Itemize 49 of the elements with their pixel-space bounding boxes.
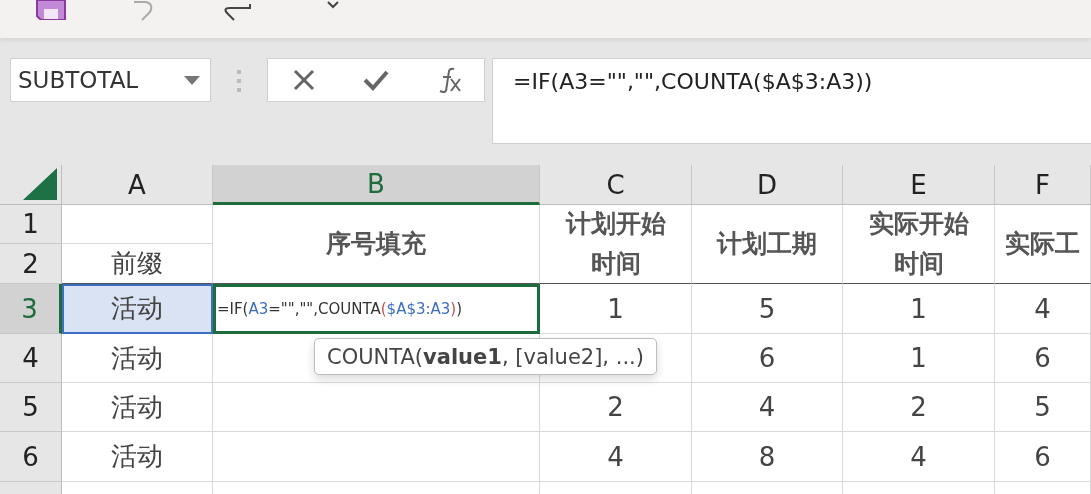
function-tooltip: COUNTA(value1, [value2], ...) (314, 338, 657, 375)
chevron-down-icon[interactable] (326, 0, 340, 10)
column-header[interactable]: E (843, 165, 995, 205)
dropdown-caret-icon[interactable] (184, 75, 200, 85)
table-cell: 6 (995, 432, 1091, 482)
table-cell: 5 (692, 284, 843, 334)
column-title: 实际开始 时间 (868, 208, 969, 280)
cell-edit-field[interactable]: =IF(A3="","",COUNTA($A$3:A3)) (213, 284, 540, 334)
column-header[interactable]: D (692, 165, 843, 205)
table-cell: 8 (692, 432, 843, 482)
column-header[interactable]: C (540, 165, 692, 205)
row-header[interactable]: 4 (0, 334, 62, 383)
column-header[interactable]: B (213, 165, 540, 205)
column-header[interactable]: F (995, 165, 1091, 205)
formula-input-field[interactable]: =IF(A3="","",COUNTA($A$3:A3)) (492, 58, 1091, 144)
table-cell: 活动 (62, 284, 213, 334)
table-cell: 4 (995, 284, 1091, 334)
column-title: 实际工 (1005, 228, 1080, 260)
table-cell: 1 (540, 284, 692, 334)
table-cell: 5 (995, 383, 1091, 432)
row-header[interactable]: 5 (0, 383, 62, 432)
table-cell: 前缀 (62, 244, 213, 284)
row-header[interactable]: 1 (0, 205, 62, 244)
column-title: 计划工期 (717, 228, 817, 260)
column-title: 计划开始 时间 (565, 208, 666, 280)
select-all-triangle-icon (23, 168, 57, 200)
drag-handle-icon[interactable] (237, 70, 241, 92)
table-cell: 4 (692, 383, 843, 432)
close-icon (293, 69, 315, 91)
table-cell: 6 (995, 334, 1091, 383)
table-cell: 2 (540, 383, 692, 432)
name-box[interactable]: SUBTOTAL (10, 58, 211, 102)
table-cell: 1 (843, 334, 995, 383)
table-cell: 活动 (62, 383, 213, 432)
table-cell: 1 (843, 284, 995, 334)
save-icon[interactable] (35, 0, 67, 20)
table-cell: 4 (540, 432, 692, 482)
row-header[interactable]: 6 (0, 432, 62, 482)
table-cell: 活动 (62, 432, 213, 482)
row-header[interactable]: 2 (0, 244, 62, 284)
select-all-corner[interactable] (0, 165, 62, 205)
column-title: 序号填充 (326, 228, 426, 260)
column-header[interactable]: A (62, 165, 213, 205)
table-cell: 6 (692, 334, 843, 383)
table-cell: 4 (843, 432, 995, 482)
row-header[interactable]: 3 (0, 284, 62, 334)
checkmark-icon (363, 69, 389, 91)
table-cell: 活动 (62, 334, 213, 383)
table-cell: 2 (843, 383, 995, 432)
